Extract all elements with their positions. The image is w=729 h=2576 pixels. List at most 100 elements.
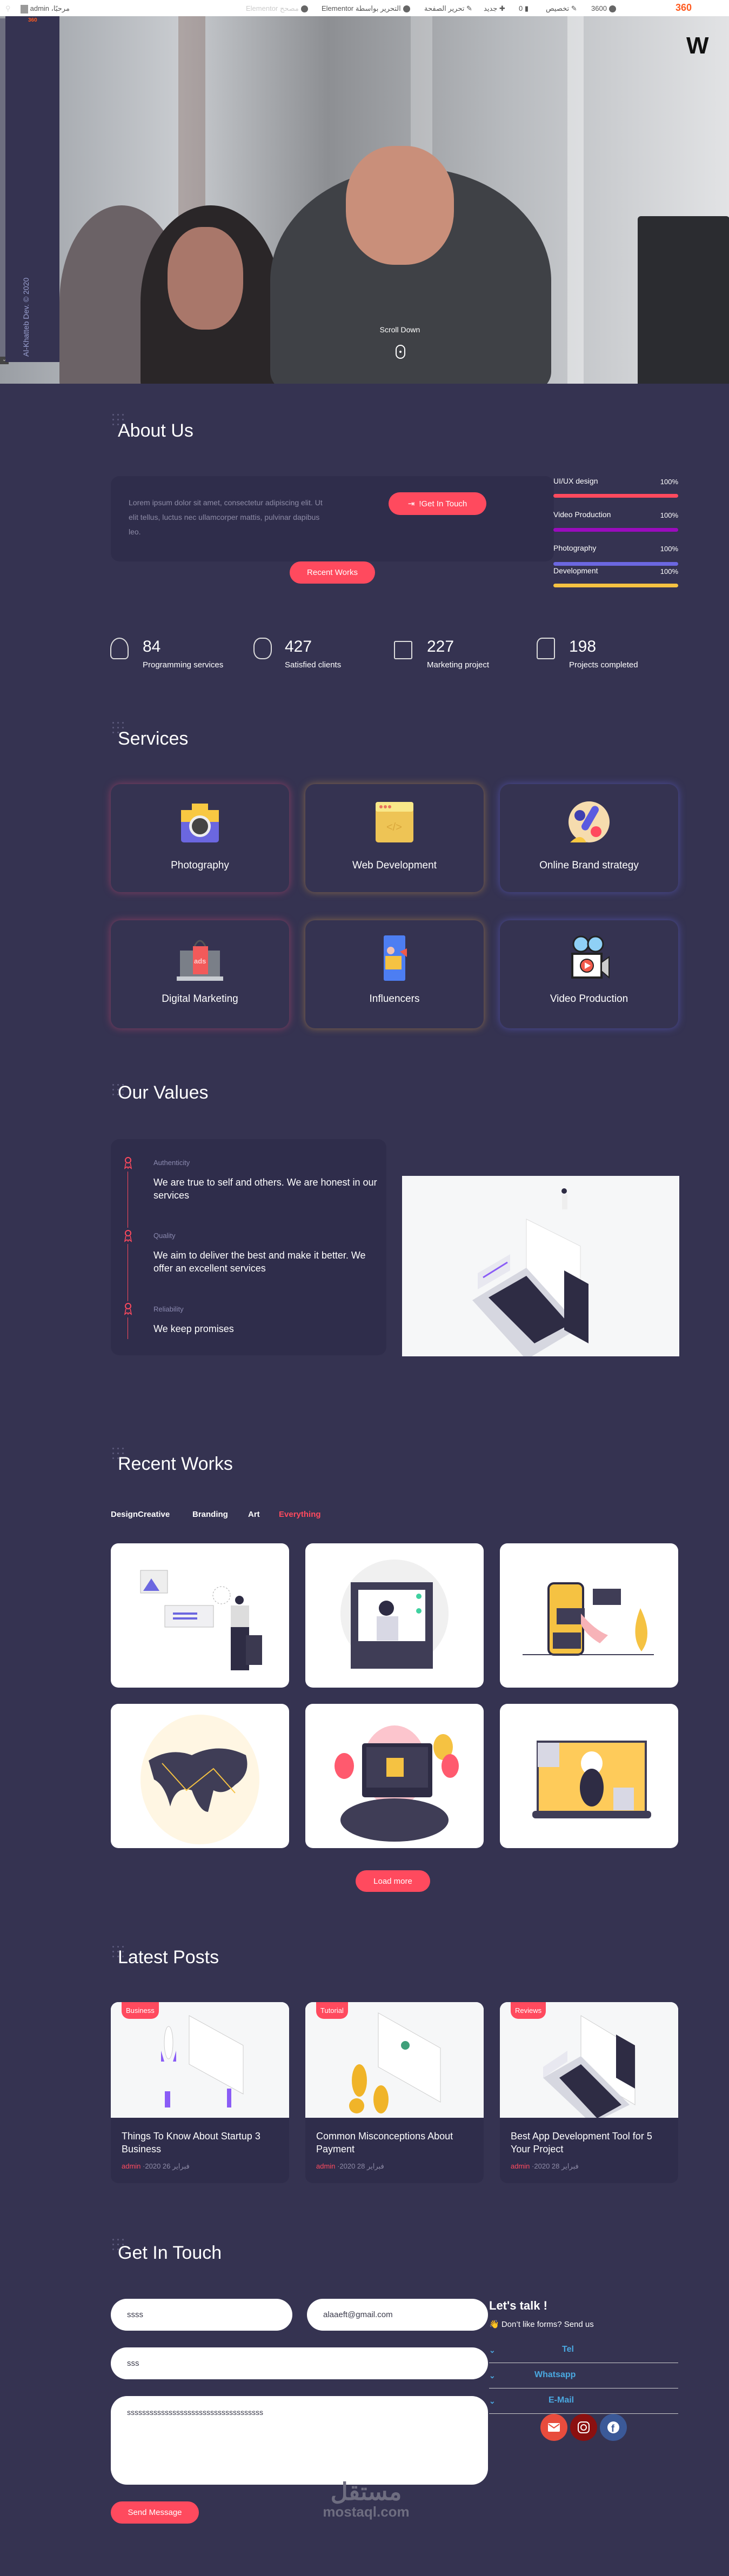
- post-category-badge[interactable]: Tutorial: [316, 2002, 348, 2019]
- work-item[interactable]: [500, 1543, 678, 1688]
- hero-banner: W Scroll Down: [0, 16, 729, 384]
- mouse-icon[interactable]: [396, 345, 405, 359]
- name-input[interactable]: [111, 2299, 292, 2331]
- value-text: We are true to self and others. We are h…: [153, 1177, 377, 1201]
- work-item[interactable]: [111, 1704, 289, 1848]
- instagram-icon[interactable]: [570, 2414, 597, 2441]
- work-item[interactable]: [305, 1543, 484, 1688]
- stat-number: 198: [569, 638, 597, 655]
- post-image: [111, 2002, 289, 2118]
- contact-row-tel[interactable]: ⌄ Tel: [489, 2341, 678, 2363]
- service-card[interactable]: Photography: [111, 784, 289, 892]
- service-card[interactable]: Video Production: [500, 920, 678, 1028]
- site-name: 3600: [591, 4, 607, 12]
- post-date: ·2020 فبراير 28: [337, 2162, 384, 2170]
- info-icon: [300, 5, 308, 13]
- contact-row-label: E-Mail: [549, 2396, 574, 2405]
- brand-strategy-icon: [569, 801, 610, 842]
- scroll-down-label[interactable]: Scroll Down: [346, 325, 454, 334]
- work-item[interactable]: [500, 1704, 678, 1848]
- post-author[interactable]: admin: [316, 2162, 335, 2170]
- post-title[interactable]: Common Misconceptions About Payment: [316, 2130, 478, 2156]
- skill-bar: [553, 584, 678, 587]
- post-author[interactable]: admin: [122, 2162, 141, 2170]
- email-icon[interactable]: [540, 2414, 567, 2441]
- tab-everything[interactable]: Everything: [279, 1510, 321, 1519]
- skill-percent: 100%: [660, 511, 678, 519]
- skill-bar: [553, 494, 678, 498]
- edit-elementor-label: التحرير بواسطة Elementor: [322, 4, 401, 12]
- send-message-button[interactable]: Send Message: [111, 2501, 199, 2524]
- side-panel: 360 Al-Khatteb Dev. © 2020: [5, 16, 59, 362]
- coffee-icon: [394, 641, 412, 659]
- recent-works-button[interactable]: Recent Works: [290, 561, 375, 584]
- avatar: [21, 4, 28, 14]
- post-card[interactable]: Tutorial Common Misconceptions About Pay…: [305, 2002, 484, 2183]
- email-input[interactable]: [307, 2299, 488, 2331]
- stat-number: 84: [143, 638, 161, 655]
- values-title: Our Values: [118, 1082, 209, 1103]
- contact-row-email[interactable]: ⌄ E-Mail: [489, 2392, 678, 2414]
- new-link[interactable]: ✚ جديد: [484, 4, 505, 13]
- elementor-icon: [403, 5, 410, 13]
- code-window-icon: </>: [376, 802, 413, 842]
- edit-page-link[interactable]: ✎ تحرير الصفحة: [424, 4, 472, 13]
- skill-label: Video Production: [553, 510, 611, 519]
- work-image: [335, 1725, 459, 1842]
- elementor-debugger-link[interactable]: مصحح Elementor: [246, 4, 308, 13]
- skill-percent: 100%: [660, 567, 678, 576]
- lets-talk-heading: Let's talk !: [489, 2299, 547, 2312]
- post-title[interactable]: Best App Development Tool for 5 Your Pro…: [511, 2130, 673, 2156]
- site-logo[interactable]: 360: [676, 2, 692, 14]
- camera-icon: [181, 804, 219, 842]
- work-item[interactable]: [305, 1704, 484, 1848]
- tab-art[interactable]: Art: [248, 1510, 260, 1519]
- comments-count: 0: [519, 4, 523, 12]
- post-card[interactable]: Reviews Best App Development Tool for 5 …: [500, 2002, 678, 2183]
- post-title[interactable]: Things To Know About Startup 3 Business: [122, 2130, 284, 2156]
- post-category-badge[interactable]: Reviews: [511, 2002, 546, 2019]
- stat-label: Satisfied clients: [285, 660, 342, 670]
- service-label: Video Production: [550, 993, 628, 1005]
- search-icon[interactable]: ⚲: [5, 4, 11, 13]
- facebook-icon[interactable]: f: [600, 2414, 627, 2441]
- post-card[interactable]: Business Things To Know About Startup 3 …: [111, 2002, 289, 2183]
- post-author[interactable]: admin: [511, 2162, 530, 2170]
- svg-text:</>: </>: [386, 821, 402, 833]
- copyright: Al-Khatteb Dev. © 2020: [22, 277, 30, 357]
- message-textarea[interactable]: ssssssssssssssssssssssssssssssssssss: [111, 2396, 488, 2485]
- tab-designcreative[interactable]: DesignCreative: [111, 1510, 170, 1519]
- about-title: About Us: [118, 420, 193, 441]
- influencer-phone-icon: [384, 935, 407, 981]
- subject-input[interactable]: [111, 2347, 488, 2379]
- greeting: مرحبًا، admin: [30, 4, 70, 12]
- contact-row-whatsapp[interactable]: ⌄ Whatsapp: [489, 2367, 678, 2388]
- contact-title: Get In Touch: [118, 2243, 222, 2263]
- service-label: Online Brand strategy: [539, 860, 639, 871]
- tab-branding[interactable]: Branding: [192, 1510, 228, 1519]
- skill-bar: [553, 562, 678, 566]
- site-name-link[interactable]: 3600: [591, 4, 616, 13]
- stat-number: 427: [285, 638, 312, 655]
- debugger-label: مصحح Elementor: [246, 4, 299, 12]
- load-more-button[interactable]: Load more: [356, 1870, 430, 1892]
- thumbs-up-icon: [537, 638, 555, 659]
- post-meta: admin ·2020 فبراير 28: [316, 2162, 384, 2171]
- service-card[interactable]: Influencers: [305, 920, 484, 1028]
- service-label: Web Development: [352, 860, 437, 871]
- get-in-touch-button[interactable]: ⇥ !Get In Touch: [389, 492, 486, 515]
- post-category-badge[interactable]: Business: [122, 2002, 159, 2019]
- service-card[interactable]: </> Web Development: [305, 784, 484, 892]
- comments-link[interactable]: ▮ 0: [519, 4, 529, 13]
- service-card[interactable]: ads Digital Marketing: [111, 920, 289, 1028]
- edit-page-label: تحرير الصفحة: [424, 4, 465, 12]
- account-menu[interactable]: مرحبًا، admin: [21, 4, 70, 14]
- chevron-down-icon: ⌄: [489, 2371, 496, 2380]
- work-item[interactable]: [111, 1543, 289, 1688]
- laptop-illustration: [402, 1176, 679, 1356]
- edit-elementor-link[interactable]: التحرير بواسطة Elementor: [322, 4, 410, 13]
- stat-label: Projects completed: [569, 660, 638, 670]
- service-card[interactable]: Online Brand strategy: [500, 784, 678, 892]
- customize-link[interactable]: ✎ تخصيص: [546, 4, 577, 13]
- chevron-down-icon: ⌄: [489, 2397, 496, 2405]
